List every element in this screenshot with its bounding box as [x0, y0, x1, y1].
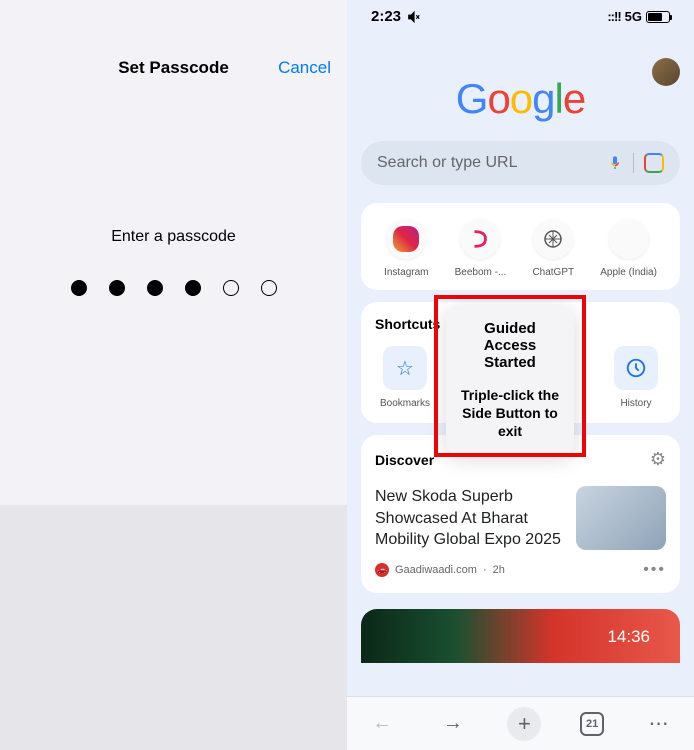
- lens-icon[interactable]: [644, 153, 664, 173]
- app-apple[interactable]: Apple (India): [600, 219, 657, 278]
- news-title: New Skoda Superb Showcased At Bharat Mob…: [375, 486, 564, 551]
- popup-text: Triple-click the Side Button to exit: [458, 386, 562, 441]
- browser-screen: 2:23 ::!! 5G Google Search or type URL I…: [347, 0, 694, 750]
- news-source: Gaadiwaadi.com: [395, 564, 477, 576]
- signal-icon: ::!!: [607, 9, 620, 24]
- chatgpt-icon: [533, 219, 573, 259]
- battery-icon: [646, 11, 670, 23]
- news-preview-image[interactable]: 14:36: [361, 609, 680, 663]
- back-button[interactable]: ←: [366, 708, 398, 740]
- beebom-icon: [460, 219, 500, 259]
- app-beebom[interactable]: Beebom -...: [455, 219, 507, 278]
- passcode-dot: [147, 280, 163, 296]
- cancel-button[interactable]: Cancel: [278, 58, 331, 78]
- passcode-dot: [261, 280, 277, 296]
- voice-search-icon[interactable]: [607, 153, 623, 173]
- passcode-dot: [223, 280, 239, 296]
- network-label: 5G: [625, 9, 642, 24]
- passcode-content: Enter a passcode: [0, 98, 347, 505]
- passcode-dots: [71, 280, 277, 296]
- app-instagram[interactable]: Instagram: [384, 219, 428, 278]
- tabs-button[interactable]: 21: [580, 712, 604, 736]
- news-item[interactable]: New Skoda Superb Showcased At Bharat Mob…: [375, 486, 666, 551]
- browser-toolbar: ← → + 21 ⋯: [347, 696, 694, 750]
- more-icon[interactable]: •••: [643, 561, 666, 579]
- passcode-dot: [71, 280, 87, 296]
- passcode-prompt: Enter a passcode: [111, 228, 236, 246]
- shortcut-bookmarks[interactable]: ☆ Bookmarks: [375, 346, 435, 409]
- source-icon: 🚗: [375, 563, 389, 577]
- history-icon: [614, 346, 658, 390]
- discover-section: Discover ⚙ New Skoda Superb Showcased At…: [361, 435, 680, 593]
- news-time: 2h: [493, 564, 505, 576]
- preview-clock: 14:36: [607, 627, 650, 647]
- mute-icon: [407, 10, 421, 24]
- status-bar: 2:23 ::!! 5G: [347, 0, 694, 29]
- passcode-title: Set Passcode: [118, 58, 229, 78]
- news-image: [576, 486, 666, 550]
- passcode-dot: [185, 280, 201, 296]
- search-input[interactable]: Search or type URL: [361, 141, 680, 185]
- app-chatgpt[interactable]: ChatGPT: [532, 219, 574, 278]
- passcode-screen: Set Passcode Cancel Enter a passcode: [0, 0, 347, 750]
- new-tab-button[interactable]: +: [507, 707, 541, 741]
- passcode-dot: [109, 280, 125, 296]
- divider: [633, 153, 634, 173]
- instagram-icon: [393, 226, 419, 252]
- search-placeholder: Search or type URL: [377, 154, 607, 172]
- apple-icon: [609, 219, 649, 259]
- menu-button[interactable]: ⋯: [643, 708, 675, 740]
- news-meta: 🚗 Gaadiwaadi.com · 2h •••: [375, 561, 666, 579]
- gear-icon[interactable]: ⚙: [650, 449, 666, 470]
- guided-access-popup: Guided Access Started Triple-click the S…: [446, 306, 574, 455]
- passcode-header: Set Passcode Cancel: [0, 0, 347, 98]
- profile-avatar[interactable]: [652, 58, 680, 86]
- shortcut-history[interactable]: History: [606, 346, 666, 409]
- discover-title: Discover: [375, 452, 434, 468]
- popup-title: Guided Access Started: [458, 320, 562, 371]
- forward-button[interactable]: →: [437, 708, 469, 740]
- star-icon: ☆: [383, 346, 427, 390]
- keyboard-area[interactable]: [0, 505, 347, 750]
- google-logo: Google: [347, 75, 694, 123]
- status-time: 2:23: [371, 8, 401, 25]
- frequent-apps: Instagram Beebom -... ChatGPT Apple (Ind…: [361, 203, 680, 290]
